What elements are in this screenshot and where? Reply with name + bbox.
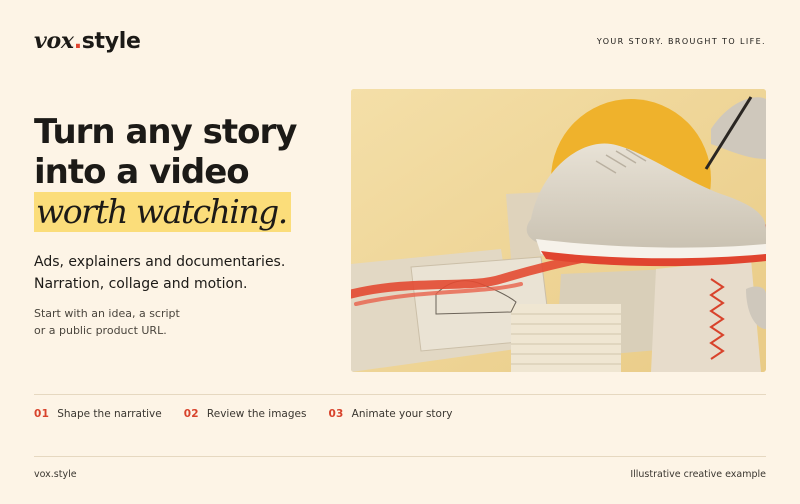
step-animate-story: 03 Animate your story (328, 408, 452, 420)
footer-caption: Illustrative creative example (630, 469, 766, 480)
footer-brand[interactable]: vox.style (34, 469, 77, 480)
step-number: 03 (328, 408, 344, 420)
process-steps: 01 Shape the narrative 02 Review the ima… (34, 408, 475, 420)
step-label: Review the images (206, 408, 307, 420)
step-number: 02 (183, 408, 199, 420)
headline-highlight-wrap: worth watching. (34, 192, 334, 232)
step-label: Shape the narrative (57, 408, 162, 420)
steps-divider-top (34, 394, 766, 395)
hero-hint: Start with an idea, a script or a public… (34, 305, 180, 339)
header-tagline: YOUR STORY. BROUGHT TO LIFE. (596, 37, 766, 46)
hint-line-1: Start with an idea, a script (34, 307, 180, 320)
logo-text-style: style (81, 29, 141, 54)
hint-line-2: or a public product URL. (34, 324, 167, 337)
step-review-images: 02 Review the images (184, 408, 307, 420)
step-number: 01 (34, 408, 50, 420)
step-label: Animate your story (351, 408, 453, 420)
step-shape-narrative: 01 Shape the narrative (34, 408, 162, 420)
headline-line-2: into a video (34, 152, 250, 192)
logo-text-vox: vox (34, 28, 74, 54)
hero-subtitle: Ads, explainers and documentaries. Narra… (34, 251, 285, 295)
subtitle-line-1: Ads, explainers and documentaries. (34, 254, 286, 270)
logo-dot: . (73, 29, 82, 54)
footer-divider (34, 456, 766, 457)
hero-headline: Turn any story into a video worth watchi… (34, 112, 334, 232)
brand-logo[interactable]: vox.style (34, 28, 141, 55)
hero-collage-image (351, 89, 766, 372)
sneaker-collage-illustration-icon (351, 89, 766, 372)
headline-line-1: Turn any story (34, 112, 297, 152)
subtitle-line-2: Narration, collage and motion. (34, 276, 248, 292)
headline-highlight: worth watching. (34, 192, 291, 232)
